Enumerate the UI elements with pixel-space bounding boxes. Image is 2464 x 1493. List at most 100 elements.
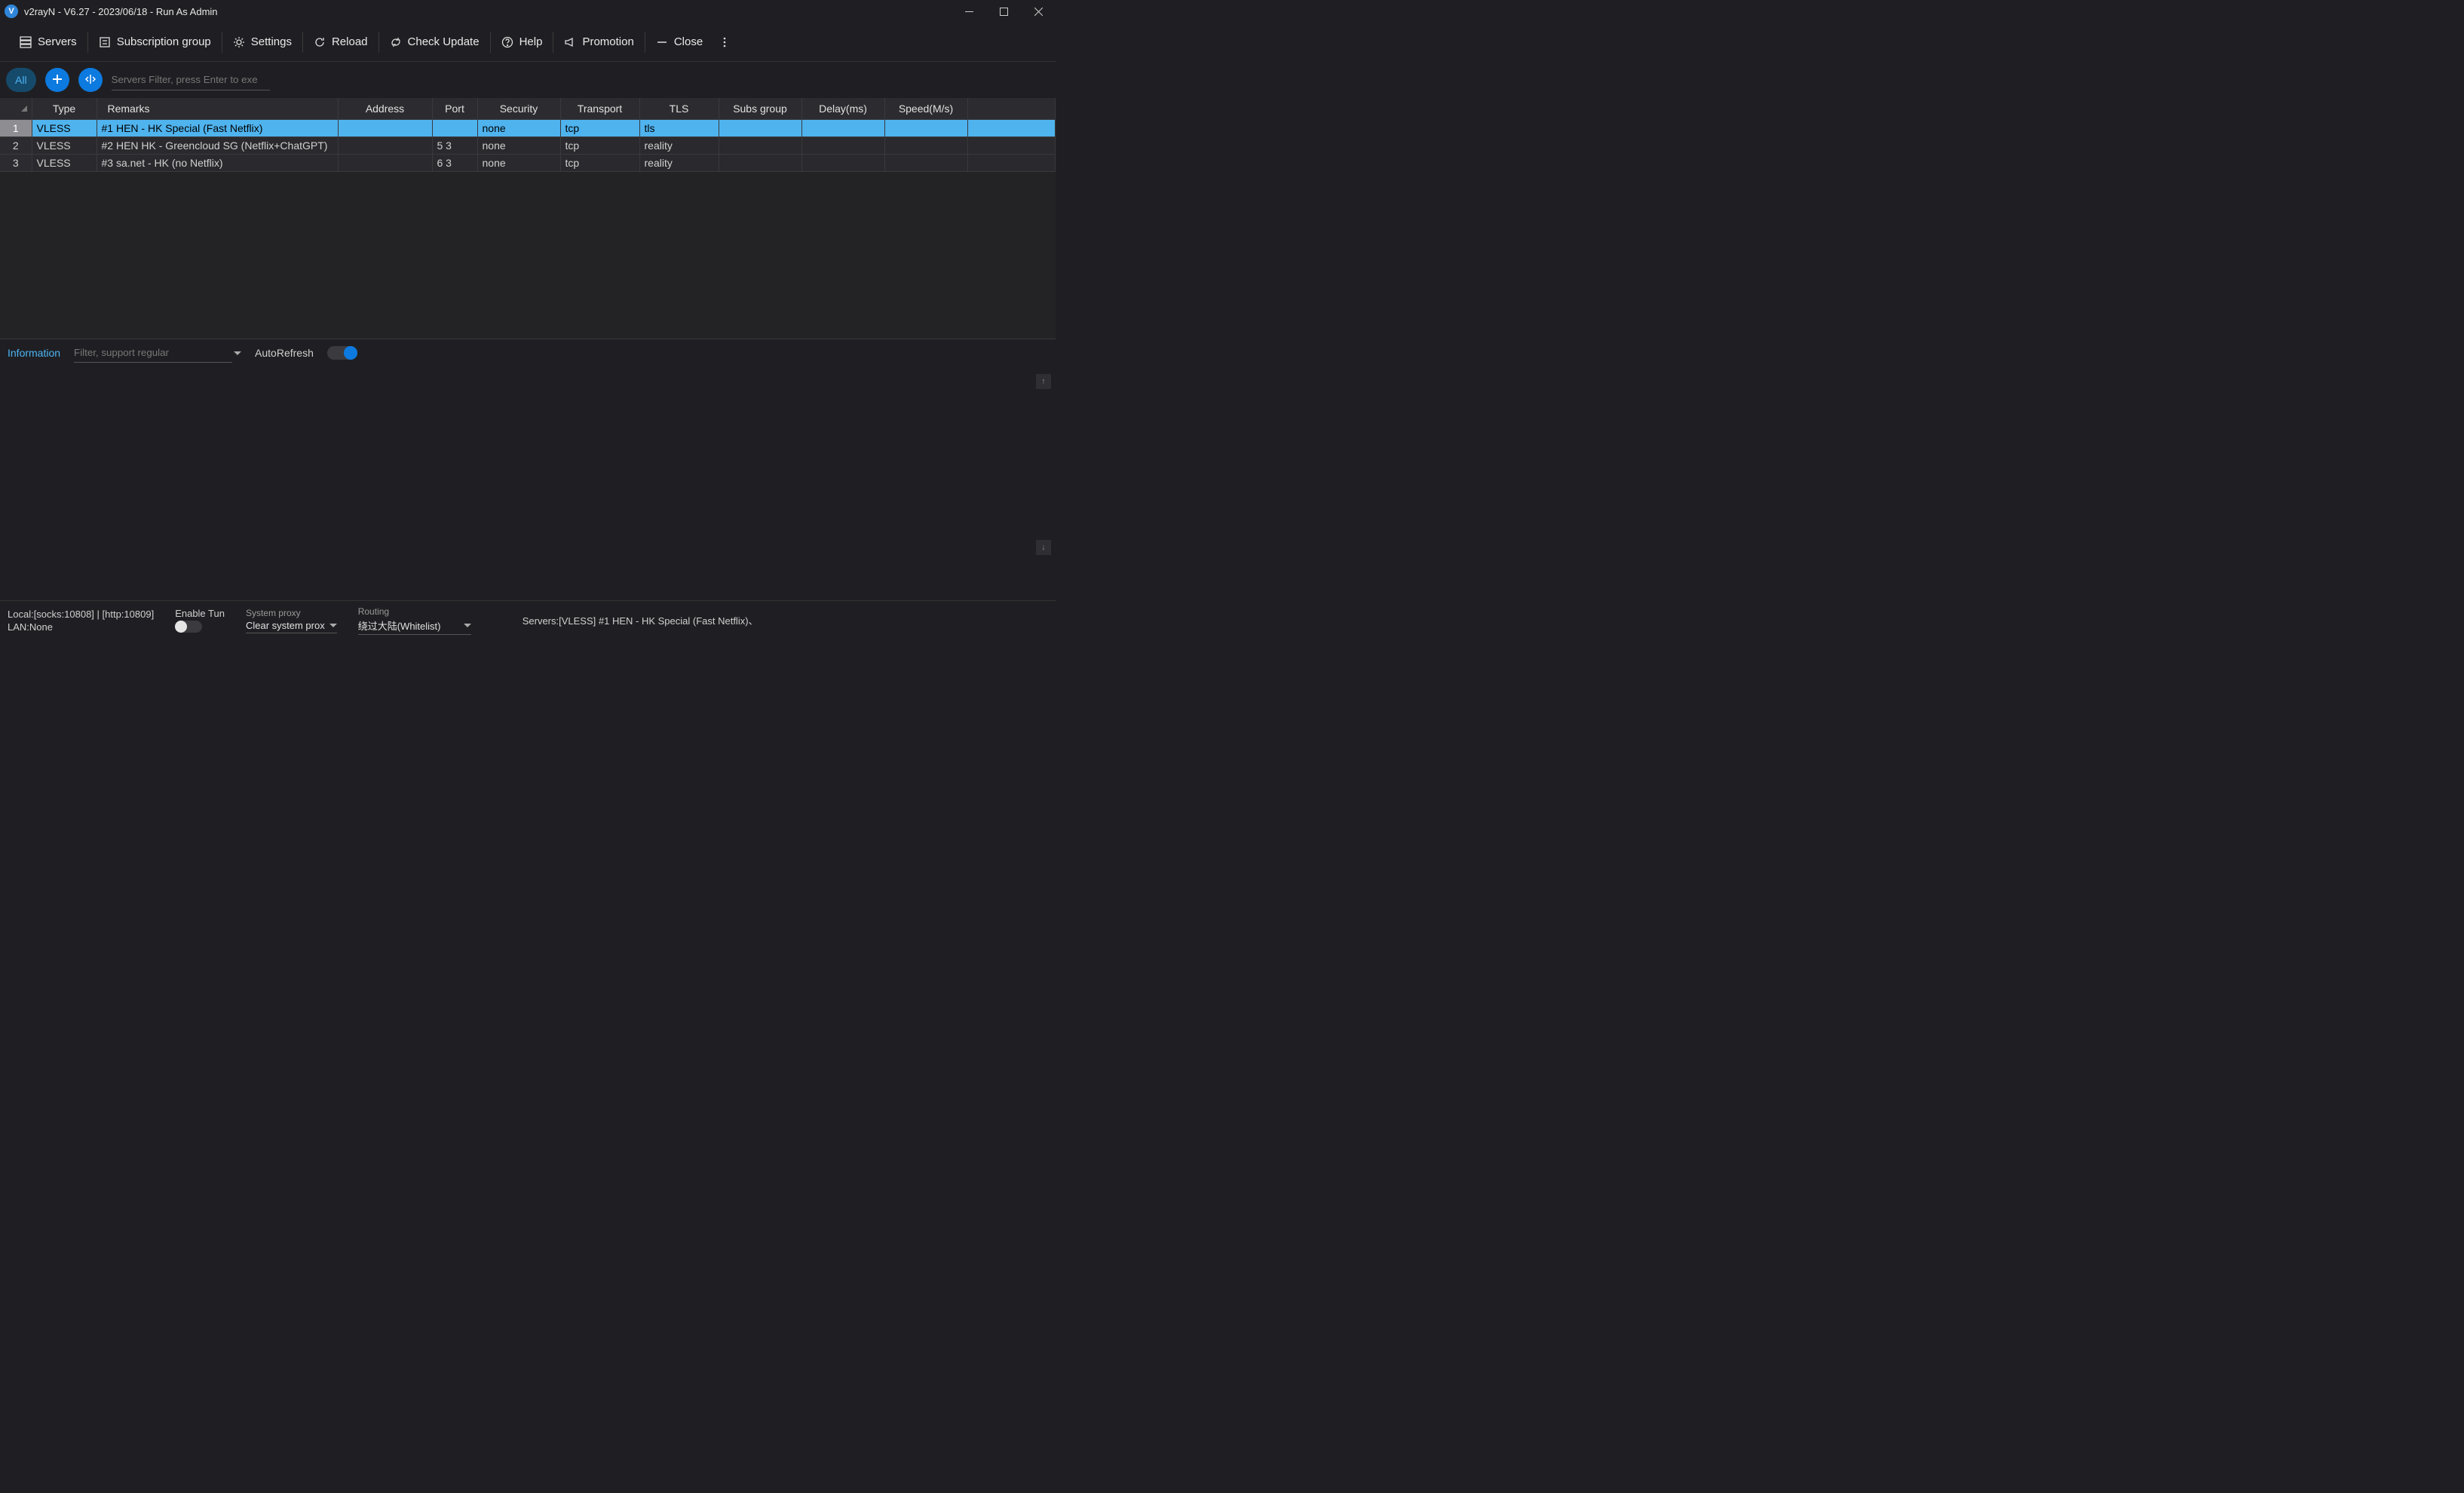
expand-columns-button[interactable]	[78, 68, 103, 92]
autorefresh-label: AutoRefresh	[255, 347, 314, 359]
status-local: Local:[socks:10808] | [http:10809] LAN:N…	[8, 609, 154, 633]
title-bar: V v2rayN - V6.27 - 2023/06/18 - Run As A…	[0, 0, 1056, 23]
col-type[interactable]: Type	[32, 98, 97, 119]
cell-remarks: #3 sa.net - HK (no Netflix)	[97, 154, 338, 171]
cell-subs-group	[719, 119, 801, 136]
plus-icon	[52, 74, 63, 87]
filter-all-label: All	[15, 74, 27, 86]
cell-tls: reality	[639, 136, 719, 154]
menu-label: Servers	[38, 35, 77, 48]
cell-type: VLESS	[32, 136, 97, 154]
cell-remarks: #2 HEN HK - Greencloud SG (Netflix+ChatG…	[97, 136, 338, 154]
more-vert-icon	[719, 36, 731, 48]
col-remarks[interactable]: Remarks	[97, 98, 338, 119]
scroll-down-button[interactable]: ↓	[1036, 540, 1051, 555]
col-subs-group[interactable]: Subs group	[719, 98, 801, 119]
system-proxy-dropdown[interactable]: Clear system prox	[246, 620, 337, 633]
cell-blank	[967, 136, 1056, 154]
cell-security: none	[477, 136, 560, 154]
cell-port	[432, 119, 477, 136]
row-number: 1	[0, 119, 32, 136]
cell-blank	[967, 154, 1056, 171]
col-speed[interactable]: Speed(M/s)	[884, 98, 967, 119]
arrow-down-icon: ↓	[1041, 543, 1046, 552]
minimize-button[interactable]	[952, 0, 986, 23]
expand-icon	[85, 74, 96, 87]
minus-icon	[656, 36, 668, 48]
chevron-down-icon[interactable]	[234, 351, 241, 355]
menu-check-update[interactable]: Check Update	[379, 23, 490, 61]
routing-dropdown[interactable]: 绕过大陆(Whitelist)	[358, 618, 471, 635]
row-number: 2	[0, 136, 32, 154]
col-address[interactable]: Address	[338, 98, 432, 119]
menu-bar: Servers Subscription group Settings Relo…	[0, 23, 1056, 62]
scroll-up-button[interactable]: ↑	[1036, 374, 1051, 389]
check-update-icon	[390, 36, 402, 48]
cell-address	[338, 119, 432, 136]
routing-value: 绕过大陆(Whitelist)	[358, 618, 441, 633]
menu-servers[interactable]: Servers	[9, 23, 87, 61]
cell-speed	[884, 119, 967, 136]
maximize-button[interactable]	[986, 0, 1021, 23]
status-system-proxy: System proxy Clear system prox	[246, 608, 337, 633]
cell-speed	[884, 136, 967, 154]
status-servers: Servers:[VLESS] #1 HEN - HK Special (Fas…	[523, 613, 759, 627]
menu-settings[interactable]: Settings	[222, 23, 302, 61]
menu-reload[interactable]: Reload	[303, 23, 378, 61]
promotion-icon	[564, 36, 576, 48]
status-local-line2: LAN:None	[8, 621, 154, 633]
autorefresh-toggle[interactable]	[327, 346, 357, 360]
table-row[interactable]: 3VLESS#3 sa.net - HK (no Netflix)6 3none…	[0, 154, 1056, 171]
enable-tun-label: Enable Tun	[175, 608, 225, 619]
cell-type: VLESS	[32, 119, 97, 136]
add-server-button[interactable]	[45, 68, 69, 92]
close-window-button[interactable]	[1021, 0, 1056, 23]
servers-filter-input[interactable]	[112, 69, 270, 90]
menu-label: Settings	[251, 35, 292, 48]
status-local-line1: Local:[socks:10808] | [http:10809]	[8, 609, 154, 620]
status-routing: Routing 绕过大陆(Whitelist)	[358, 606, 471, 635]
cell-delay	[801, 154, 884, 171]
filter-bar: All	[0, 62, 1056, 98]
col-blank	[967, 98, 1056, 119]
log-filter-input[interactable]	[74, 343, 232, 363]
menu-label: Reload	[332, 35, 368, 48]
row-number: 3	[0, 154, 32, 171]
cell-security: none	[477, 119, 560, 136]
col-delay[interactable]: Delay(ms)	[801, 98, 884, 119]
filter-all-button[interactable]: All	[6, 68, 36, 92]
arrow-up-icon: ↑	[1041, 377, 1046, 386]
menu-promotion[interactable]: Promotion	[553, 23, 644, 61]
menu-close[interactable]: Close	[645, 23, 713, 61]
cell-blank	[967, 119, 1056, 136]
cell-type: VLESS	[32, 154, 97, 171]
menu-help[interactable]: Help	[491, 23, 553, 61]
cell-tls: reality	[639, 154, 719, 171]
col-security[interactable]: Security	[477, 98, 560, 119]
cell-delay	[801, 136, 884, 154]
cell-tls: tls	[639, 119, 719, 136]
info-bar: Information AutoRefresh	[0, 339, 1056, 366]
subscription-icon	[99, 36, 111, 48]
cell-subs-group	[719, 154, 801, 171]
select-all-corner[interactable]	[0, 98, 32, 119]
table-row[interactable]: 2VLESS#2 HEN HK - Greencloud SG (Netflix…	[0, 136, 1056, 154]
information-tab[interactable]: Information	[8, 347, 60, 359]
servers-table: Type Remarks Address Port Security Trans…	[0, 98, 1056, 339]
col-port[interactable]: Port	[432, 98, 477, 119]
log-area: ↑ ↓	[0, 366, 1056, 600]
menu-subscription-group[interactable]: Subscription group	[88, 23, 222, 61]
col-tls[interactable]: TLS	[639, 98, 719, 119]
cell-transport: tcp	[560, 136, 639, 154]
table-row[interactable]: 1VLESS#1 HEN - HK Special (Fast Netflix)…	[0, 119, 1056, 136]
menu-label: Help	[519, 35, 543, 48]
cell-delay	[801, 119, 884, 136]
cell-port: 6 3	[432, 154, 477, 171]
col-transport[interactable]: Transport	[560, 98, 639, 119]
cell-address	[338, 136, 432, 154]
menu-more[interactable]	[713, 23, 736, 61]
reload-icon	[314, 36, 326, 48]
menu-label: Close	[674, 35, 703, 48]
routing-label: Routing	[358, 606, 471, 617]
enable-tun-toggle[interactable]	[175, 621, 202, 633]
